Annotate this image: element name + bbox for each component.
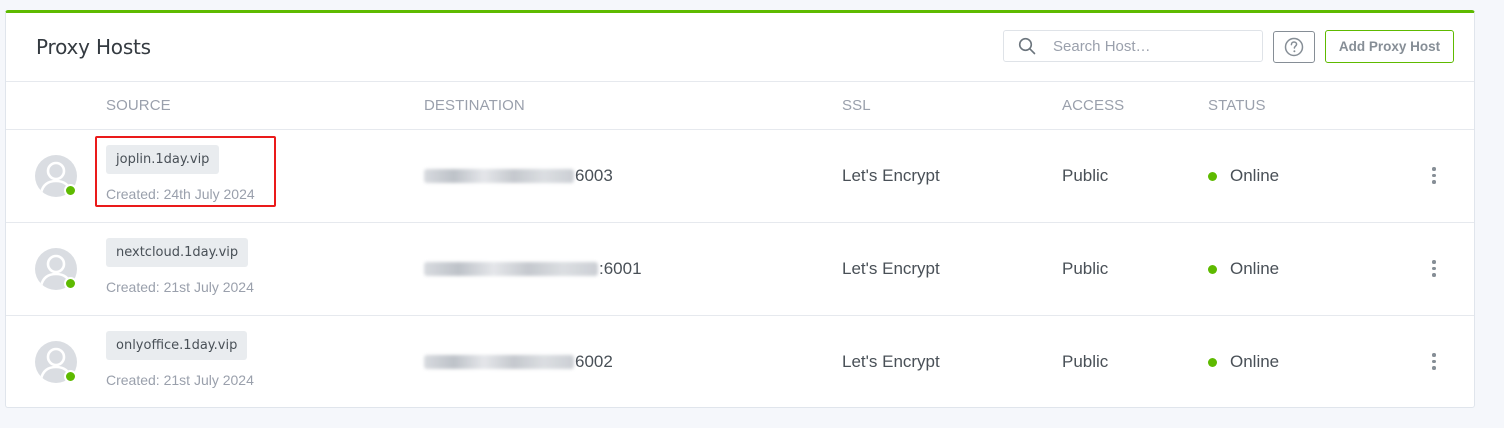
ssl-value: Let's Encrypt	[842, 259, 940, 278]
host-domain-tag[interactable]: onlyoffice.1day.vip	[106, 331, 248, 360]
column-header-status: STATUS	[1208, 97, 1266, 114]
destination-url: 6002	[424, 352, 613, 372]
question-circle-icon	[1284, 37, 1304, 57]
status-dot	[1208, 264, 1217, 274]
status-cell: Online	[1208, 166, 1279, 186]
column-header-access: ACCESS	[1062, 97, 1125, 114]
page-title: Proxy Hosts	[36, 35, 151, 59]
status-dot	[1208, 171, 1217, 181]
more-vertical-icon[interactable]	[1429, 353, 1439, 371]
card-header: Proxy Hosts Add Proxy Host	[6, 13, 1474, 82]
search-icon	[1018, 37, 1036, 55]
column-header-ssl: SSL	[842, 97, 871, 114]
status-label: Online	[1230, 352, 1280, 371]
status-label: Online	[1230, 166, 1280, 185]
table-header: SOURCE DESTINATION SSL ACCESS STATUS	[6, 82, 1474, 130]
created-date: Created: 21st July 2024	[106, 279, 254, 295]
destination-url: :6001	[424, 259, 642, 279]
host-domain-tag[interactable]: nextcloud.1day.vip	[106, 238, 249, 267]
search-box[interactable]	[1003, 30, 1263, 62]
ssl-value: Let's Encrypt	[842, 352, 940, 371]
redacted-blur	[424, 262, 598, 276]
ssl-value: Let's Encrypt	[842, 166, 940, 185]
table-row: nextcloud.1day.vip Created: 21st July 20…	[6, 223, 1474, 316]
proxy-hosts-card: Proxy Hosts Add Proxy Host SOURCE DESTIN…	[5, 10, 1475, 408]
redacted-blur	[424, 169, 574, 183]
destination-port: 6002	[575, 352, 613, 371]
column-header-destination: DESTINATION	[424, 97, 525, 114]
status-dot	[1208, 357, 1217, 367]
online-indicator-dot	[64, 370, 77, 383]
table-row: joplin.1day.vip Created: 24th July 2024 …	[6, 130, 1474, 223]
destination-port: :6001	[599, 259, 642, 278]
created-date: Created: 21st July 2024	[106, 372, 254, 388]
more-vertical-icon[interactable]	[1429, 167, 1439, 185]
access-value: Public	[1062, 352, 1109, 371]
host-domain-tag[interactable]: joplin.1day.vip	[106, 145, 220, 174]
status-label: Online	[1230, 259, 1280, 278]
redacted-blur	[424, 355, 574, 369]
add-proxy-host-button[interactable]: Add Proxy Host	[1325, 30, 1454, 63]
column-header-source: SOURCE	[106, 97, 171, 114]
destination-url: 6003	[424, 166, 613, 186]
status-cell: Online	[1208, 352, 1279, 372]
online-indicator-dot	[64, 184, 77, 197]
help-button[interactable]	[1273, 31, 1315, 63]
search-input[interactable]	[1053, 35, 1253, 57]
status-cell: Online	[1208, 259, 1279, 279]
table-row: onlyoffice.1day.vip Created: 21st July 2…	[6, 316, 1474, 409]
access-value: Public	[1062, 166, 1109, 185]
online-indicator-dot	[64, 277, 77, 290]
created-date: Created: 24th July 2024	[106, 186, 255, 202]
more-vertical-icon[interactable]	[1429, 260, 1439, 278]
access-value: Public	[1062, 259, 1109, 278]
destination-port: 6003	[575, 166, 613, 185]
